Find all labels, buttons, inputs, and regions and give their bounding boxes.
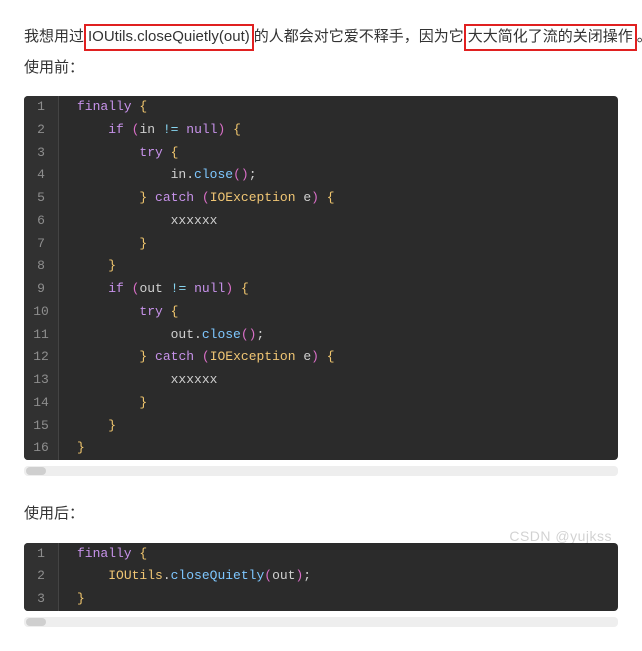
line-number: 13 — [24, 369, 59, 392]
intro-paragraph: 我想用过IOUtils.closeQuietly(out)的人都会对它爱不释手，… — [24, 23, 618, 52]
line-number: 2 — [24, 565, 59, 588]
code-line: xxxxxx — [59, 369, 619, 392]
code-block-after: 1finally {2 IOUtils.closeQuietly(out);3} — [24, 543, 618, 611]
code-line: } catch (IOException e) { — [59, 187, 619, 210]
label-before: 使用前： — [24, 54, 618, 83]
line-number: 3 — [24, 588, 59, 611]
intro-text-2: 的人都会对它爱不释手，因为它 — [254, 28, 464, 45]
line-number: 3 — [24, 142, 59, 165]
code-block-before: 1finally {2 if (in != null) {3 try {4 in… — [24, 96, 618, 460]
line-number: 14 — [24, 392, 59, 415]
line-number: 16 — [24, 437, 59, 460]
code-line: try { — [59, 301, 619, 324]
intro-text-1: 我想用过 — [24, 28, 84, 45]
code-line: } — [59, 588, 619, 611]
line-number: 4 — [24, 164, 59, 187]
code-line: out.close(); — [59, 324, 619, 347]
code-scrollbar[interactable] — [24, 466, 618, 476]
code-line: IOUtils.closeQuietly(out); — [59, 565, 619, 588]
code-line: } catch (IOException e) { — [59, 346, 619, 369]
line-number: 12 — [24, 346, 59, 369]
code-line: try { — [59, 142, 619, 165]
code-line: finally { — [59, 96, 619, 119]
code-line: } — [59, 437, 619, 460]
highlight-benefit: 大大简化了流的关闭操作 — [464, 24, 637, 51]
line-number: 10 — [24, 301, 59, 324]
code-line: if (in != null) { — [59, 119, 619, 142]
code-scrollbar[interactable] — [24, 617, 618, 627]
line-number: 1 — [24, 543, 59, 566]
line-number: 9 — [24, 278, 59, 301]
line-number: 15 — [24, 415, 59, 438]
line-number: 7 — [24, 233, 59, 256]
highlight-api-call: IOUtils.closeQuietly(out) — [84, 24, 254, 51]
line-number: 8 — [24, 255, 59, 278]
code-line: xxxxxx — [59, 210, 619, 233]
intro-text-3: 。 — [637, 28, 642, 45]
line-number: 5 — [24, 187, 59, 210]
line-number: 1 — [24, 96, 59, 119]
code-line: in.close(); — [59, 164, 619, 187]
code-line: } — [59, 415, 619, 438]
line-number: 6 — [24, 210, 59, 233]
code-line: if (out != null) { — [59, 278, 619, 301]
code-line: } — [59, 255, 619, 278]
line-number: 11 — [24, 324, 59, 347]
line-number: 2 — [24, 119, 59, 142]
code-line: } — [59, 392, 619, 415]
code-line: } — [59, 233, 619, 256]
